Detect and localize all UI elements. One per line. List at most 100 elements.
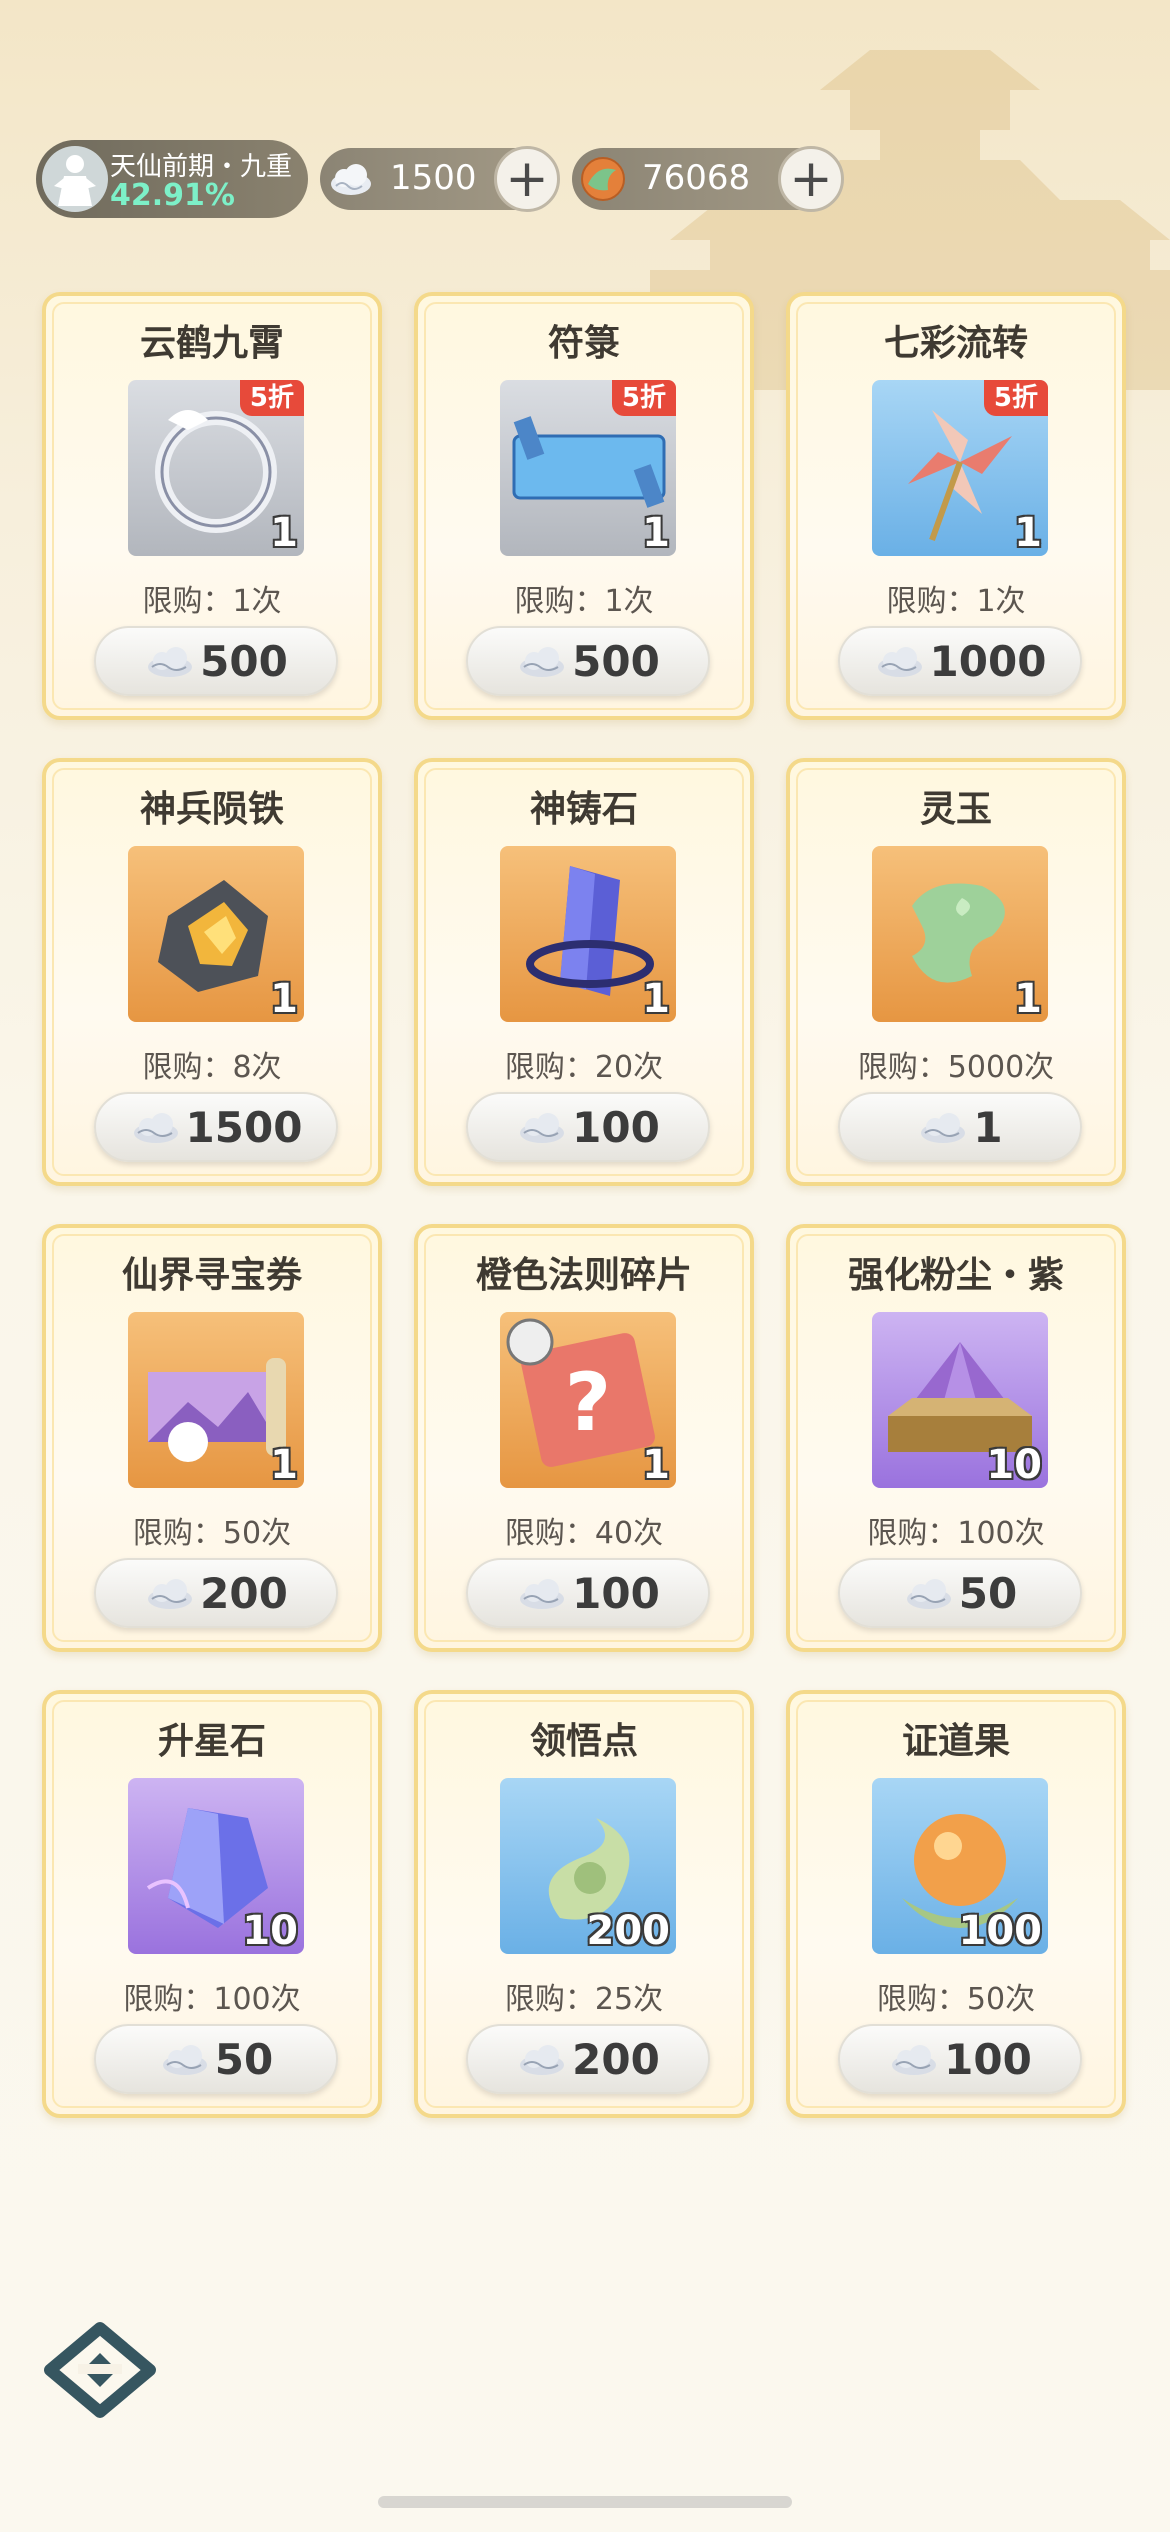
- buy-button[interactable]: 100: [838, 2024, 1082, 2094]
- home-indicator[interactable]: [378, 2496, 792, 2508]
- price-value: 100: [572, 1102, 660, 1152]
- cloud-currency-amount: 1500: [390, 158, 477, 198]
- shop-item-card[interactable]: 橙色法则碎片? 1 限购：40次 100: [414, 1224, 754, 1652]
- discount-badge: 5折: [239, 380, 304, 416]
- item-quantity: 1: [642, 510, 670, 556]
- menu-logo-icon[interactable]: [38, 2320, 162, 2420]
- jade-currency-amount: 76068: [642, 158, 751, 198]
- buy-button[interactable]: 200: [94, 1558, 338, 1628]
- price-value: 200: [200, 1568, 288, 1618]
- item-quantity: 1: [270, 976, 298, 1022]
- buy-button[interactable]: 100: [466, 1092, 710, 1162]
- price-value: 500: [200, 636, 288, 686]
- purchase-limit: 限购：5000次: [857, 1050, 1055, 1085]
- shop-item-card[interactable]: 领悟点 200 限购：25次 200: [414, 1690, 754, 2118]
- cloud-currency-icon: [906, 1579, 951, 1609]
- price-value: 50: [214, 2034, 274, 2084]
- add-cloud-currency-button[interactable]: +: [494, 146, 560, 212]
- shop-item-card[interactable]: 灵玉 1 限购：5000次 1: [786, 758, 1126, 1186]
- item-name: 灵玉: [919, 789, 992, 830]
- purchase-limit: 限购：8次: [142, 1050, 282, 1085]
- price-value: 1: [973, 1102, 1003, 1152]
- buy-button[interactable]: 200: [466, 2024, 710, 2094]
- cloud-currency-icon: [331, 164, 371, 195]
- cloud-currency-icon: [148, 647, 193, 677]
- purchase-limit: 限购：25次: [504, 1982, 664, 2017]
- price-value: 500: [572, 636, 660, 686]
- item-icon-frame[interactable]: 100: [872, 1778, 1048, 1954]
- discount-badge: 5折: [611, 380, 676, 416]
- item-icon-frame[interactable]: 1: [872, 846, 1048, 1022]
- purchase-limit: 限购：40次: [504, 1516, 664, 1551]
- svg-text:?: ?: [565, 1356, 611, 1449]
- cloud-currency-icon: [133, 1113, 178, 1143]
- add-jade-currency-button[interactable]: +: [778, 146, 844, 212]
- cloud-currency-icon: [520, 1113, 565, 1143]
- item-icon-frame[interactable]: 5折 1: [128, 380, 304, 556]
- realm-badge[interactable]: 天仙前期・九重 42.91%: [36, 140, 308, 218]
- cloud-currency-icon: [148, 1579, 193, 1609]
- purchase-limit: 限购：50次: [132, 1516, 292, 1551]
- item-quantity: 1: [642, 976, 670, 1022]
- item-quantity: 1: [1014, 510, 1042, 556]
- buy-button[interactable]: 50: [838, 1558, 1082, 1628]
- price-value: 50: [958, 1568, 1018, 1618]
- item-icon-frame[interactable]: 5折 1: [500, 380, 676, 556]
- buy-button[interactable]: 50: [94, 2024, 338, 2094]
- item-quantity: 100: [958, 1908, 1043, 1954]
- item-icon-frame[interactable]: 1: [500, 846, 676, 1022]
- item-name: 证道果: [901, 1721, 1010, 1762]
- shop-item-card[interactable]: 符箓 5折 1 限购：1次 500: [414, 292, 754, 720]
- item-name: 神兵陨铁: [139, 789, 284, 830]
- cloud-currency-icon: [520, 647, 565, 677]
- cloud-currency-icon: [892, 2045, 937, 2075]
- item-icon-frame[interactable]: 5折 1: [872, 380, 1048, 556]
- shop-item-card[interactable]: 七彩流转 5折 1 限购：1次 1000: [786, 292, 1126, 720]
- shop-item-card[interactable]: 证道果 100 限购：50次 100: [786, 1690, 1126, 2118]
- cloud-currency-icon: [921, 1113, 966, 1143]
- buy-button[interactable]: 500: [94, 626, 338, 696]
- purchase-limit: 限购：50次: [876, 1982, 1036, 2017]
- item-icon-frame[interactable]: 10: [128, 1778, 304, 1954]
- item-quantity: 1: [270, 510, 298, 556]
- buy-button[interactable]: 500: [466, 626, 710, 696]
- item-icon-frame[interactable]: 1: [128, 846, 304, 1022]
- item-icon-frame[interactable]: ? 1: [500, 1312, 676, 1488]
- price-value: 1000: [929, 636, 1047, 686]
- cloud-currency-icon: [520, 2045, 565, 2075]
- cloud-currency-icon: [877, 647, 922, 677]
- shop-item-card[interactable]: 神铸石 1 限购：20次 100: [414, 758, 754, 1186]
- shop-item-card[interactable]: 仙界寻宝券 1 限购：50次 200: [42, 1224, 382, 1652]
- shop-item-card[interactable]: 升星石 10 限购：100次 50: [42, 1690, 382, 2118]
- discount-badge: 5折: [983, 380, 1048, 416]
- item-quantity: 10: [242, 1908, 298, 1954]
- purchase-limit: 限购：1次: [514, 584, 654, 619]
- item-quantity: 10: [986, 1442, 1042, 1488]
- spirit-stone-icon: [581, 157, 625, 201]
- buy-button[interactable]: 1000: [838, 626, 1082, 696]
- purchase-limit: 限购：100次: [867, 1516, 1045, 1551]
- purchase-limit: 限购：1次: [142, 584, 282, 619]
- item-quantity: 200: [586, 1908, 671, 1954]
- item-icon-frame[interactable]: 10: [872, 1312, 1048, 1488]
- item-icon-frame[interactable]: 1: [128, 1312, 304, 1488]
- jade-currency-pill: 76068 +: [572, 146, 844, 212]
- cloud-currency-icon: [520, 1579, 565, 1609]
- item-quantity: 1: [1014, 976, 1042, 1022]
- shop-item-card[interactable]: 神兵陨铁 1 限购：8次 1500: [42, 758, 382, 1186]
- item-quantity: 1: [642, 1442, 670, 1488]
- shop-item-card[interactable]: 强化粉尘・紫 10 限购：100次 50: [786, 1224, 1126, 1652]
- cultivator-avatar: [42, 146, 108, 212]
- price-value: 200: [572, 2034, 660, 2084]
- purchase-limit: 限购：100次: [123, 1982, 301, 2017]
- item-icon-frame[interactable]: 200: [500, 1778, 676, 1954]
- cloud-currency-pill: 1500 +: [320, 146, 560, 212]
- price-value: 100: [572, 1568, 660, 1618]
- item-name: 神铸石: [529, 789, 638, 830]
- item-name: 云鹤九霄: [139, 323, 284, 364]
- shop-item-card[interactable]: 云鹤九霄 5折 1 限购：1次 500: [42, 292, 382, 720]
- buy-button[interactable]: 100: [466, 1558, 710, 1628]
- status-bar: 天仙前期・九重 42.91% 1500 + 76068 +: [36, 140, 1136, 220]
- buy-button[interactable]: 1500: [94, 1092, 338, 1162]
- buy-button[interactable]: 1: [838, 1092, 1082, 1162]
